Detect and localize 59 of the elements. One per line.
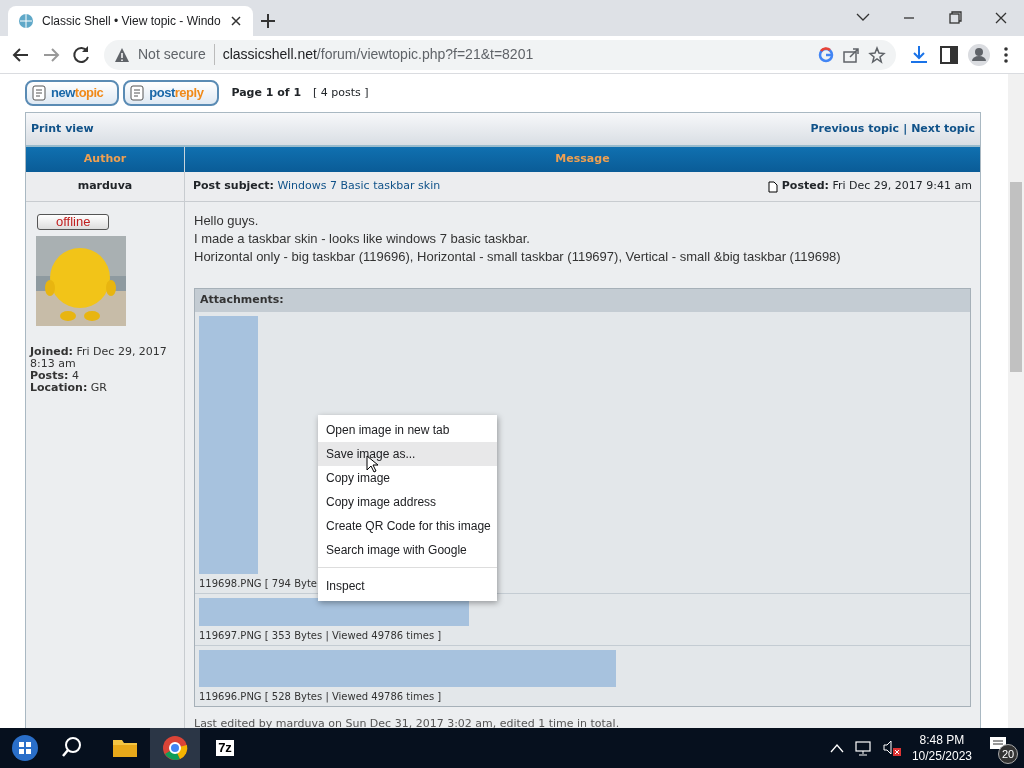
menu-item[interactable]: Copy image address: [318, 490, 497, 514]
star-icon[interactable]: [868, 45, 886, 64]
document-icon: [128, 83, 147, 102]
taskbar-button[interactable]: [150, 728, 200, 768]
post-count: [ 4 posts ]: [313, 84, 369, 101]
next-topic-link[interactable]: Next topic: [911, 120, 975, 137]
forum-button[interactable]: newtopic: [25, 80, 120, 106]
network-icon[interactable]: [853, 740, 872, 756]
posted-date: Posted: Fri Dec 29, 2017 9:41 am: [781, 178, 972, 195]
column-header: Message: [555, 152, 610, 166]
tab-title: Classic Shell • View topic - Windo: [42, 13, 221, 30]
globe-icon: [18, 13, 34, 29]
print-view-link[interactable]: Print view: [31, 120, 94, 137]
browser-logo-icon: [160, 733, 190, 763]
browser-tab[interactable]: Classic Shell • View topic - Windo: [8, 6, 253, 36]
post-text: Hello guys.: [194, 212, 260, 230]
attachments-header: Attachments:: [195, 289, 970, 312]
document-icon: [767, 180, 778, 193]
profile-detail: Posts: 4: [30, 369, 80, 382]
forum-button[interactable]: postreply: [123, 80, 220, 106]
previous-topic-link[interactable]: Previous topic: [810, 120, 900, 137]
google-icon[interactable]: [818, 46, 834, 63]
post-subject: Post subject: Windows 7 Basic taskbar skin: [193, 178, 441, 195]
attachment-info: 119696.PNG [ 528 Bytes | Viewed 49786 times ]: [199, 689, 442, 703]
menu-item[interactable]: Create QR Code for this image: [318, 514, 497, 538]
post-text: I made a taskbar skin - looks like windows 7 basic taskbar.: [194, 230, 531, 248]
column-header: Author: [83, 151, 127, 168]
clock[interactable]: 8:48 PM 10/25/2023: [911, 732, 972, 764]
edit-note: Last edited by marduva on Sun Dec 31, 2017 3:02 am, edited 1 time in total.: [194, 716, 621, 728]
url-text: classicshell.net/forum/viewtopic.php?f=21&t=8201: [222, 45, 535, 64]
profile-detail: Joined: Fri Dec 29, 2017 8:13 am: [30, 345, 168, 370]
chevron-up-icon[interactable]: [829, 743, 844, 753]
profile-icon[interactable]: [966, 41, 992, 68]
share-icon[interactable]: [842, 45, 860, 64]
attachment-info: 119698.PNG [ 794 Byte: [199, 576, 317, 590]
attachment-info: 119697.PNG [ 353 Bytes | Viewed 49786 times ]: [199, 628, 442, 642]
close-icon[interactable]: [228, 14, 243, 28]
security-label: Not secure: [138, 44, 215, 65]
address-bar[interactable]: Not secure classicshell.net/forum/viewtopic.php?f=21&t=8201: [104, 39, 896, 70]
scrollbar[interactable]: [1008, 74, 1024, 728]
menu-item[interactable]: Open image in new tab: [318, 418, 497, 442]
document-icon: [30, 83, 48, 102]
separator-text: |: [903, 120, 908, 137]
profile-detail: Location: GR: [30, 381, 108, 394]
notification-button[interactable]: 20: [982, 730, 1018, 766]
page-info: Page 1 of 1: [231, 84, 302, 101]
menu-item[interactable]: Copy image: [318, 466, 497, 490]
menu-item[interactable]: Search image with Google: [318, 538, 497, 562]
post-text: Horizontal only - big taskbar (119696), Horizontal - small taskbar (119697), Vertical - small &big taskbar (119698): [194, 248, 842, 266]
muted-speaker-icon[interactable]: [881, 739, 902, 757]
attachment-image[interactable]: [199, 597, 469, 626]
menu-item[interactable]: Inspect: [318, 574, 497, 598]
author-name: marduva: [77, 178, 133, 195]
windows-logo-icon: [10, 733, 40, 763]
message-icon: [988, 734, 1008, 752]
status-badge: offline: [37, 214, 110, 230]
warning-icon: [114, 46, 130, 63]
taskbar-button[interactable]: 7z: [200, 728, 250, 768]
menu-item[interactable]: Save image as...: [318, 442, 497, 466]
